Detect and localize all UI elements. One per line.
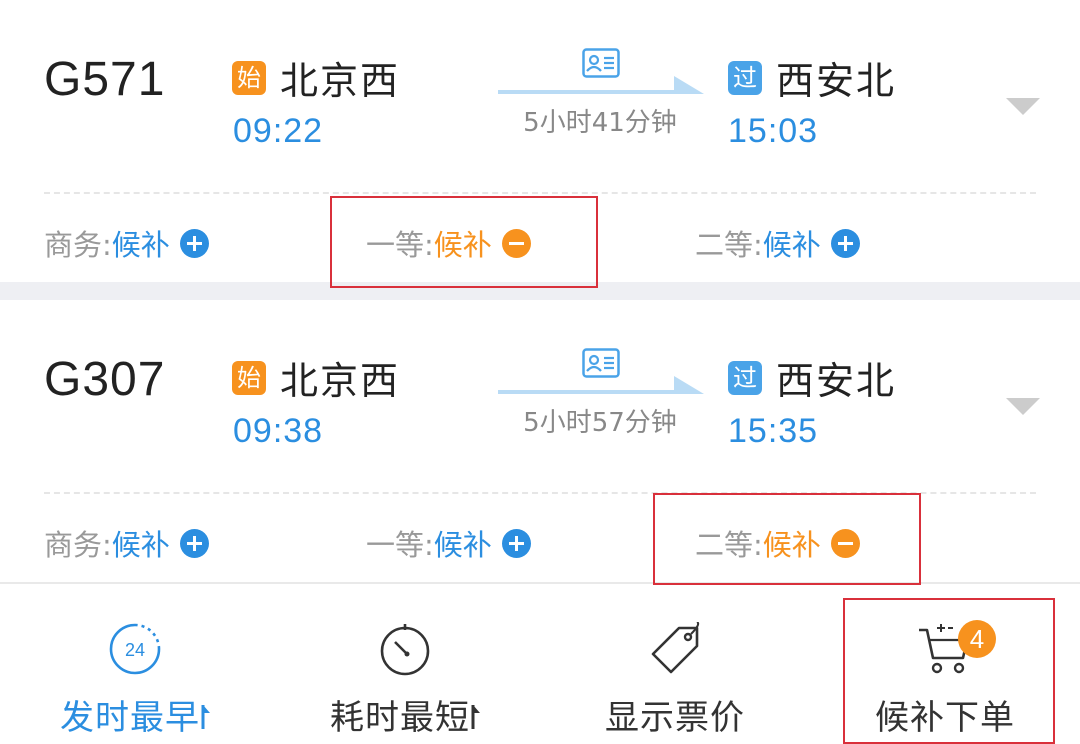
departure-station: 始 北京西 xyxy=(232,350,400,405)
train-number: G307 xyxy=(44,353,166,406)
show-price-button[interactable]: 显示票价 xyxy=(540,584,810,744)
expand-chevron-icon[interactable] xyxy=(1006,398,1040,416)
sort-arrow-icon xyxy=(201,705,210,729)
passing-station-badge: 过 xyxy=(728,60,762,95)
seat-status: 候补 xyxy=(111,228,170,262)
seat-second-class[interactable]: 二等: 候补 xyxy=(695,222,860,264)
clock-24-label: 24 xyxy=(125,640,145,660)
price-tag-icon xyxy=(651,622,700,674)
seat-status: 候补 xyxy=(111,528,170,562)
trip-duration: 5小时57分钟 xyxy=(523,408,677,438)
highlight-box-first-class xyxy=(330,196,598,288)
add-waitlist-icon[interactable] xyxy=(179,228,209,258)
route-arrow-icon xyxy=(498,76,704,94)
id-card-icon xyxy=(582,348,620,378)
departure-station-name: 北京西 xyxy=(280,59,401,103)
sort-shortest-text: 耗时最短 xyxy=(330,698,470,738)
departure-time: 09:22 xyxy=(233,112,324,150)
id-card-icon xyxy=(582,48,620,78)
seat-class-label: 一等: xyxy=(366,528,434,562)
sort-arrow-icon xyxy=(471,705,480,729)
departure-station: 始 北京西 xyxy=(232,50,400,105)
train-number: G571 xyxy=(44,53,166,106)
sort-shortest-label: 耗时最短 xyxy=(270,690,540,739)
seat-status: 候补 xyxy=(433,528,492,562)
add-waitlist-icon[interactable] xyxy=(830,228,860,258)
route-info: 5小时41分钟 xyxy=(498,42,708,142)
sort-earliest-departure-button[interactable]: 24 发时最早 xyxy=(0,584,270,744)
sort-earliest-label: 发时最早 xyxy=(0,690,270,739)
seat-first-class[interactable]: 一等: 候补 xyxy=(366,522,531,564)
seat-business[interactable]: 商务: 候补 xyxy=(44,222,209,264)
arrival-station-name: 西安北 xyxy=(776,359,897,403)
clock-24-icon: 24 xyxy=(109,623,161,675)
arrival-station-name: 西安北 xyxy=(776,59,897,103)
seat-class-label: 二等: xyxy=(695,228,763,262)
show-price-label: 显示票价 xyxy=(605,698,745,738)
trip-duration: 5小时41分钟 xyxy=(523,108,677,138)
arrival-time: 15:35 xyxy=(728,412,819,450)
expand-chevron-icon[interactable] xyxy=(1006,98,1040,116)
arrival-station: 过 西安北 xyxy=(728,350,896,405)
passing-station-badge: 过 xyxy=(728,360,762,395)
sort-shortest-duration-button[interactable]: 耗时最短 xyxy=(270,584,540,744)
seat-business[interactable]: 商务: 候补 xyxy=(44,522,209,564)
highlight-box-second-class xyxy=(653,493,921,585)
route-arrow-icon xyxy=(498,376,704,394)
seat-class-label: 商务: xyxy=(44,528,112,562)
departure-station-name: 北京西 xyxy=(280,359,401,403)
add-waitlist-icon[interactable] xyxy=(179,528,209,558)
sort-earliest-text: 发时最早 xyxy=(60,698,200,738)
add-waitlist-icon[interactable] xyxy=(501,528,531,558)
origin-station-badge: 始 xyxy=(232,360,266,395)
seat-class-label: 商务: xyxy=(44,228,112,262)
arrival-station: 过 西安北 xyxy=(728,50,896,105)
departure-time: 09:38 xyxy=(233,412,324,450)
origin-station-badge: 始 xyxy=(232,60,266,95)
highlight-box-waitlist-order xyxy=(843,598,1055,744)
seat-status: 候补 xyxy=(762,228,821,262)
route-info: 5小时57分钟 xyxy=(498,342,708,442)
stopwatch-icon xyxy=(380,624,430,676)
arrival-time: 15:03 xyxy=(728,112,819,150)
dashed-divider xyxy=(44,192,1036,194)
